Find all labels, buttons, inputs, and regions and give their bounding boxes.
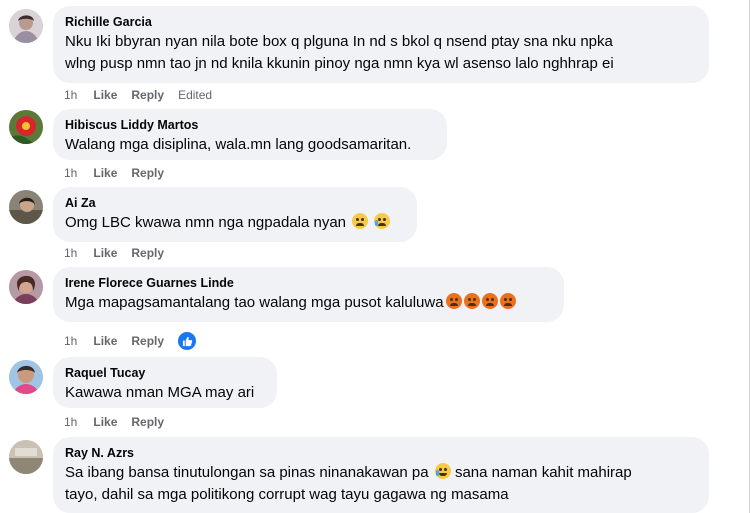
- avatar[interactable]: [9, 9, 43, 43]
- angry-face-emoji: [481, 293, 498, 309]
- comment-actions: 1h Like Reply: [64, 414, 178, 430]
- like-button[interactable]: Like: [93, 333, 117, 349]
- avatar[interactable]: [9, 360, 43, 394]
- comment-timestamp[interactable]: 1h: [64, 165, 77, 181]
- like-button[interactable]: Like: [93, 165, 117, 181]
- pensive-face-emoji: [352, 213, 369, 229]
- comment-text: Walang mga disiplina, wala.mn lang goods…: [65, 136, 412, 153]
- comment-actions: 1h Like Reply: [64, 165, 178, 181]
- comment-bubble: Ai Za Omg LBC kwawa nmn nga ngpadala nya…: [53, 187, 417, 242]
- comment-author[interactable]: Raquel Tucay: [65, 365, 265, 381]
- comment-text: Nku Iki bbyran nyan nila bote box q plgu…: [65, 33, 614, 72]
- avatar[interactable]: [9, 190, 43, 224]
- laughing-crying-face-emoji: [434, 463, 451, 479]
- reply-button[interactable]: Reply: [131, 165, 164, 181]
- comment-actions: 1h Like Reply: [64, 245, 178, 261]
- reply-button[interactable]: Reply: [131, 87, 164, 103]
- comment-text: Kawawa nman MGA may ari: [65, 384, 255, 401]
- angry-face-emoji: [463, 293, 480, 309]
- comment-actions: 1h Like Reply: [64, 330, 212, 352]
- comment-bubble: Richille Garcia Nku Iki bbyran nyan nila…: [53, 6, 709, 83]
- comment-timestamp[interactable]: 1h: [64, 87, 77, 103]
- avatar[interactable]: [9, 110, 43, 144]
- comment-bubble: Hibiscus Liddy Martos Walang mga disipli…: [53, 109, 447, 160]
- comment-timestamp[interactable]: 1h: [64, 333, 77, 349]
- reply-button[interactable]: Reply: [131, 245, 164, 261]
- comment-author[interactable]: Hibiscus Liddy Martos: [65, 117, 435, 133]
- thumbs-up-reaction-icon[interactable]: [176, 330, 199, 352]
- like-button[interactable]: Like: [93, 87, 117, 103]
- crying-face-emoji: [374, 213, 391, 229]
- comment-text: Sa ibang bansa tinutulongan sa pinas nin…: [65, 463, 632, 503]
- angry-face-emoji: [445, 293, 462, 309]
- avatar[interactable]: [9, 270, 43, 304]
- reply-button[interactable]: Reply: [131, 414, 164, 430]
- comment-bubble: Irene Florece Guarnes Linde Mga mapagsam…: [53, 267, 564, 322]
- avatar[interactable]: [9, 440, 43, 474]
- reply-button[interactable]: Reply: [131, 333, 164, 349]
- comment-bubble: Ray N. Azrs Sa ibang bansa tinutulongan …: [53, 437, 709, 513]
- comment-timestamp[interactable]: 1h: [64, 245, 77, 261]
- comment-author[interactable]: Irene Florece Guarnes Linde: [65, 275, 552, 291]
- comment-bubble: Raquel Tucay Kawawa nman MGA may ari: [53, 357, 277, 408]
- comment-author[interactable]: Ai Za: [65, 195, 405, 211]
- comment-timestamp[interactable]: 1h: [64, 414, 77, 430]
- comment-author[interactable]: Richille Garcia: [65, 14, 697, 30]
- comment-author[interactable]: Ray N. Azrs: [65, 445, 697, 461]
- like-button[interactable]: Like: [93, 414, 117, 430]
- comment-text: Mga mapagsamantalang tao walang mga puso…: [65, 292, 552, 314]
- edited-label[interactable]: Edited: [178, 87, 212, 103]
- comment-actions: 1h Like Reply Edited: [64, 87, 226, 103]
- like-button[interactable]: Like: [93, 245, 117, 261]
- comment-text: Omg LBC kwawa nmn nga ngpadala nyan: [65, 212, 405, 234]
- angry-face-emoji: [499, 293, 516, 309]
